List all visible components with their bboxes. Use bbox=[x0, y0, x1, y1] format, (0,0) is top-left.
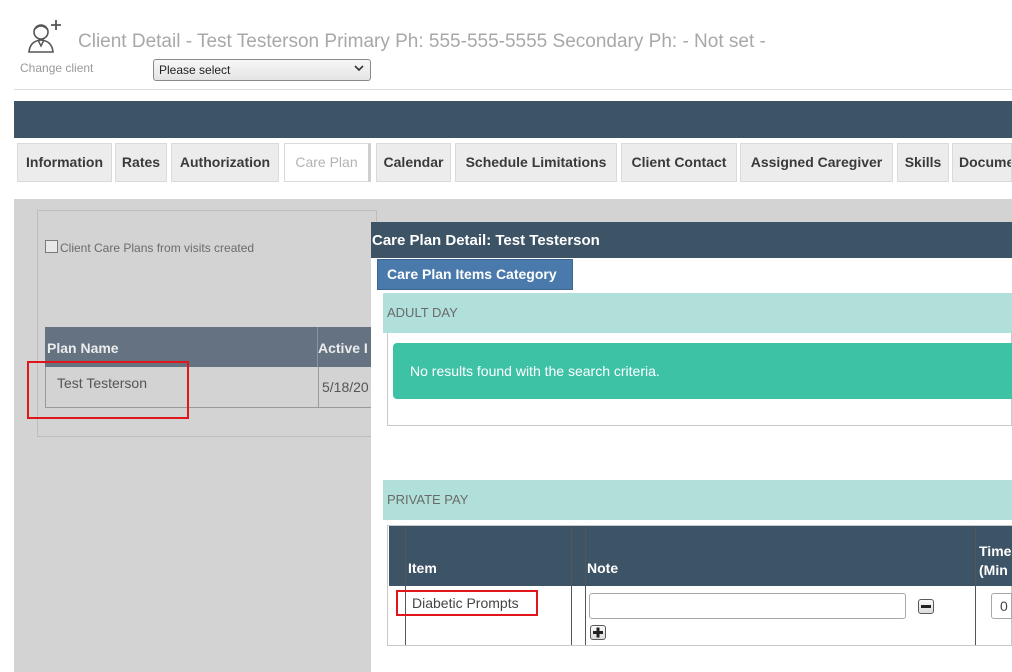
client-select[interactable]: Please select bbox=[153, 59, 371, 81]
active-column: Active I bbox=[318, 340, 368, 356]
tab-rates[interactable]: Rates bbox=[115, 143, 167, 182]
client-care-plans-checkbox[interactable] bbox=[45, 240, 58, 253]
tab-care-plan-items-category[interactable]: Care Plan Items Category bbox=[377, 259, 573, 290]
tab-skills[interactable]: Skills bbox=[897, 143, 949, 182]
active-date-cell: 5/18/20 bbox=[322, 379, 369, 395]
tab-authorization[interactable]: Authorization bbox=[171, 143, 279, 182]
tab-documents[interactable]: Docume bbox=[952, 143, 1012, 182]
remove-button[interactable] bbox=[918, 599, 934, 614]
client-care-plans-label: Client Care Plans from visits created bbox=[60, 241, 255, 255]
time-column-line2: (Min bbox=[979, 562, 1008, 578]
chevron-down-icon bbox=[354, 65, 364, 72]
highlight-box bbox=[396, 590, 538, 616]
tab-schedule-limitations[interactable]: Schedule Limitations bbox=[455, 143, 617, 182]
column-divider bbox=[571, 526, 572, 645]
modal-title: Care Plan Detail: Test Testerson bbox=[371, 222, 1012, 258]
time-column: Time (Min bbox=[979, 542, 1011, 580]
tab-assigned-caregiver[interactable]: Assigned Caregiver bbox=[740, 143, 893, 182]
minus-icon bbox=[921, 605, 931, 608]
nav-bar bbox=[14, 101, 1012, 138]
client-select-value: Please select bbox=[159, 63, 231, 77]
tab-client-contact[interactable]: Client Contact bbox=[621, 143, 737, 182]
tab-calendar[interactable]: Calendar bbox=[376, 143, 451, 182]
column-divider bbox=[405, 526, 406, 645]
item-column: Item bbox=[408, 560, 437, 576]
no-results-alert: No results found with the search criteri… bbox=[393, 343, 1012, 399]
page-title: Client Detail - Test Testerson Primary P… bbox=[78, 31, 766, 52]
page: Client Detail - Test Testerson Primary P… bbox=[0, 0, 1012, 672]
column-divider bbox=[975, 526, 976, 645]
care-plan-items-table: Item Note Time (Min bbox=[387, 525, 1012, 646]
time-column-line1: Time bbox=[979, 543, 1012, 559]
client-add-icon[interactable] bbox=[26, 18, 64, 54]
section-private-pay: PRIVATE PAY bbox=[383, 480, 1012, 520]
time-input[interactable]: 0 bbox=[991, 593, 1012, 619]
tab-strip: Information Rates Authorization Care Pla… bbox=[14, 138, 1012, 186]
section-adult-day: ADULT DAY bbox=[383, 293, 1012, 333]
change-client-label: Change client bbox=[20, 61, 94, 75]
plan-name-column: Plan Name bbox=[47, 340, 119, 356]
items-table-header: Item Note Time (Min bbox=[389, 526, 1012, 586]
column-divider bbox=[585, 526, 586, 645]
plus-icon bbox=[593, 627, 603, 638]
header-divider bbox=[14, 89, 1012, 90]
highlight-box bbox=[27, 361, 189, 419]
tab-information[interactable]: Information bbox=[17, 143, 112, 182]
tab-care-plan[interactable]: Care Plan bbox=[284, 143, 371, 182]
note-input[interactable] bbox=[589, 593, 906, 619]
add-button[interactable] bbox=[590, 625, 606, 640]
column-divider bbox=[318, 367, 319, 407]
note-column: Note bbox=[587, 560, 619, 576]
